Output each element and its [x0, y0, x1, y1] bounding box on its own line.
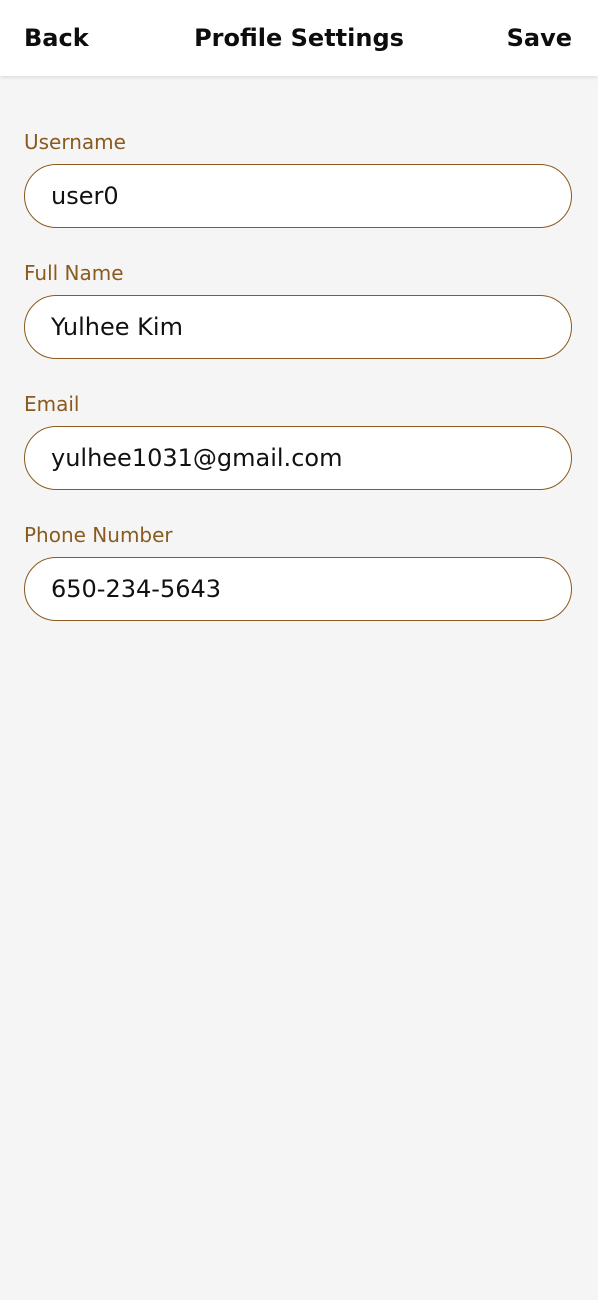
- email-input[interactable]: [24, 426, 572, 490]
- full-name-input[interactable]: [24, 295, 572, 359]
- email-field-group: Email: [24, 382, 572, 490]
- phone-label: Phone Number: [24, 523, 173, 547]
- username-field-group: Username: [24, 120, 572, 228]
- back-button[interactable]: Back: [24, 0, 89, 76]
- save-button[interactable]: Save: [507, 0, 572, 76]
- phone-field-group: Phone Number: [24, 513, 572, 621]
- profile-form: Username Full Name Email Phone Number: [24, 120, 572, 621]
- email-label: Email: [24, 392, 80, 416]
- username-label: Username: [24, 130, 126, 154]
- full-name-field-group: Full Name: [24, 251, 572, 359]
- top-nav-bar: Back Profile Settings Save: [0, 0, 598, 76]
- phone-input[interactable]: [24, 557, 572, 621]
- full-name-label: Full Name: [24, 261, 124, 285]
- username-input[interactable]: [24, 164, 572, 228]
